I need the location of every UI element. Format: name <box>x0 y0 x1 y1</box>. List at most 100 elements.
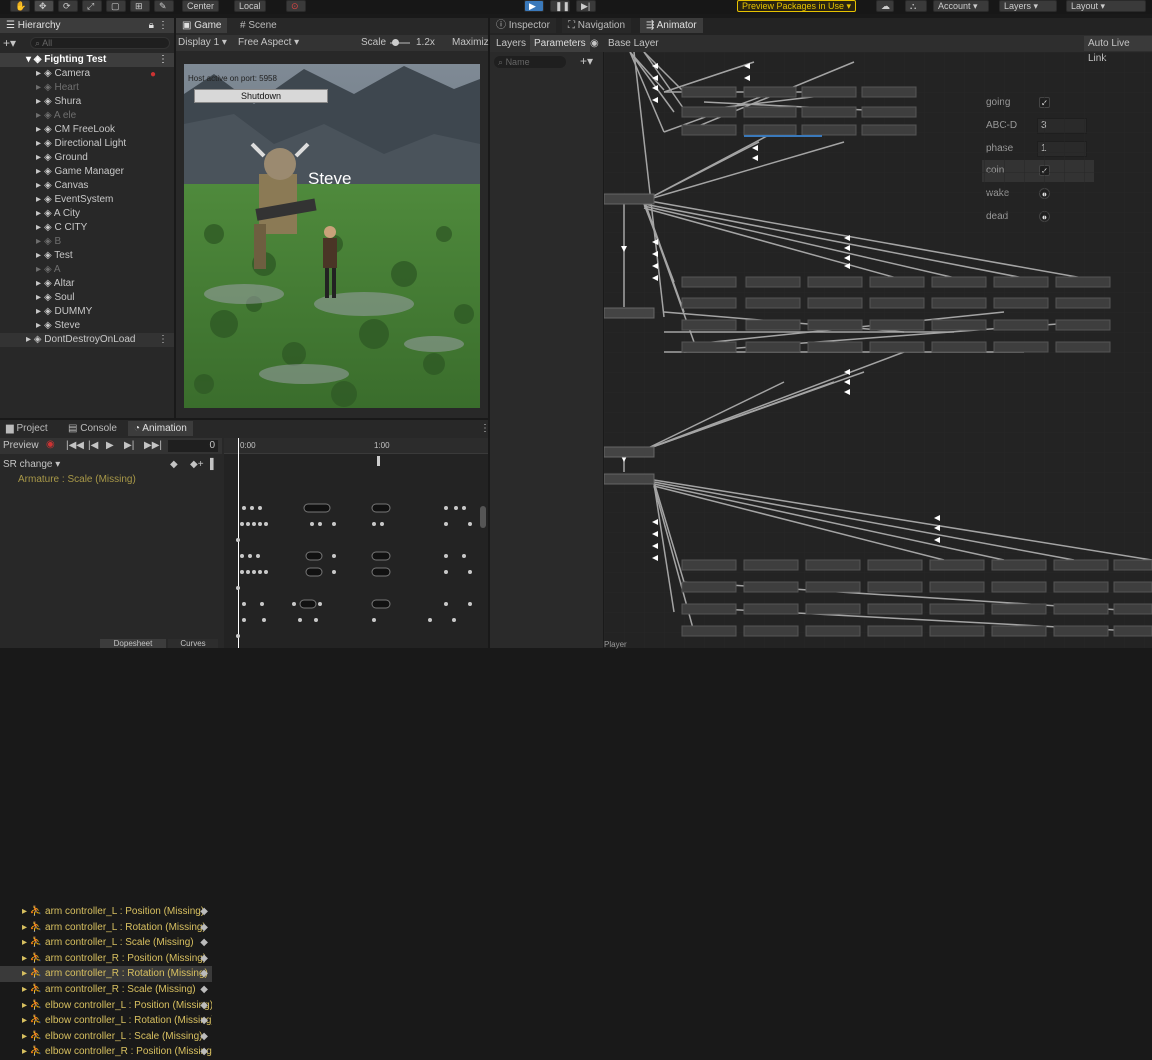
expand-arrow-icon[interactable]: ▸ <box>36 207 44 221</box>
expand-arrow-icon[interactable]: ▸ <box>36 67 44 81</box>
layers-dropdown[interactable]: Layers ▾ <box>999 0 1057 12</box>
add-icon[interactable]: +▾ <box>3 36 16 50</box>
hierarchy-item[interactable]: ▸ ◈ Test <box>0 249 174 263</box>
tab-animation[interactable]: ◔ Animation <box>128 421 193 436</box>
parameter-search-input[interactable]: ⌕ Name <box>494 56 566 68</box>
expand-arrow-icon[interactable]: ▸ <box>36 109 44 123</box>
scene-options-icon[interactable]: ⋮ <box>158 53 168 67</box>
anim-property-row[interactable]: ▸ ⛹ elbow controller_L : Rotation (Missi… <box>0 1013 212 1029</box>
expand-arrow-icon[interactable]: ▸ <box>36 221 44 235</box>
hierarchy-item[interactable]: ▸ ◈ Heart <box>0 81 174 95</box>
anim-property-row[interactable]: ▸ ⛹ arm controller_R : Scale (Missing) ◆ <box>0 982 212 998</box>
maximize-toggle[interactable]: Maximiz <box>452 37 489 48</box>
hierarchy-item[interactable]: ▸ ◈ Game Manager <box>0 165 174 179</box>
add-keyframe-icon[interactable]: ◆ <box>170 459 178 470</box>
transform-tool-icon[interactable]: ⊞ <box>130 0 150 12</box>
anim-property-row[interactable]: ▸ ⛹ arm controller_L : Rotation (Missing… <box>0 920 212 936</box>
add-event-icon[interactable]: ◆+ <box>190 459 204 470</box>
pause-button[interactable]: ❚❚ <box>550 0 570 12</box>
space-toggle[interactable]: Local <box>234 0 266 12</box>
hand-tool-icon[interactable]: ✋ <box>10 0 30 12</box>
animation-options-icon[interactable]: ⋮ <box>480 423 490 434</box>
dont-destroy-row[interactable]: ▸ ◈ DontDestroyOnLoad ⋮ <box>0 333 174 347</box>
collab-icon[interactable]: ⛬ <box>905 0 927 12</box>
lock-icon[interactable]: 🔒︎ <box>149 18 154 33</box>
last-key-button[interactable]: ▶▶| <box>144 440 162 451</box>
anim-header-row[interactable]: Armature : Scale (Missing) <box>0 472 212 488</box>
expand-arrow-icon[interactable]: ▸ <box>36 263 44 277</box>
hierarchy-search-input[interactable]: ⌕ All <box>30 37 170 49</box>
custom-tool-icon[interactable]: ✎ <box>154 0 174 12</box>
eye-icon[interactable]: ◉ <box>590 38 599 49</box>
scale-slider[interactable] <box>390 39 410 46</box>
layout-dropdown[interactable]: Layout ▾ <box>1066 0 1146 12</box>
tab-scene[interactable]: # Scene <box>234 18 283 33</box>
scale-tool-icon[interactable]: ⤢ <box>82 0 102 12</box>
aspect-dropdown[interactable]: Free Aspect ▾ <box>238 37 299 48</box>
tab-dopesheet[interactable]: Dopesheet <box>100 639 166 648</box>
anim-property-row[interactable]: ▸ ⛹ elbow controller_R : Position (Missi… <box>0 1044 212 1060</box>
hierarchy-item[interactable]: ▸ ◈ EventSystem <box>0 193 174 207</box>
expand-arrow-icon[interactable]: ▸ <box>36 165 44 179</box>
next-key-button[interactable]: ▶| <box>124 440 134 451</box>
expand-arrow-icon[interactable]: ▸ <box>36 81 44 95</box>
keyframe-toggle-icon[interactable]: ◆ <box>200 982 208 997</box>
hierarchy-item[interactable]: ▸ ◈ Ground <box>0 151 174 165</box>
state-node-group-1[interactable] <box>604 193 655 205</box>
preview-toggle[interactable]: Preview <box>3 440 39 451</box>
keyframe-toggle-icon[interactable]: ◆ <box>200 1044 208 1059</box>
expand-arrow-icon[interactable]: ▸ <box>36 95 44 109</box>
move-tool-icon[interactable]: ✥ <box>34 0 54 12</box>
keyframe-toggle-icon[interactable]: ◆ <box>200 920 208 935</box>
hierarchy-item[interactable]: ▸ ◈ Soul <box>0 291 174 305</box>
tab-project[interactable]: ▆ Project <box>0 421 54 436</box>
preview-packages-button[interactable]: Preview Packages in Use ▾ <box>737 0 857 12</box>
cloud-icon[interactable]: ☁ <box>876 0 894 12</box>
expand-arrow-icon[interactable]: ▸ <box>36 179 44 193</box>
anim-property-row[interactable]: ▸ ⛹ arm controller_L : Position (Missing… <box>0 904 212 920</box>
expand-arrow-icon[interactable]: ▸ <box>36 291 44 305</box>
tab-animator[interactable]: ⇶ Animator <box>640 18 703 33</box>
breadcrumb-base-layer[interactable]: Base Layer <box>608 38 659 49</box>
more-options-icon[interactable]: ⋮ <box>158 18 168 33</box>
timeline-scrollbar[interactable] <box>480 506 486 528</box>
rect-tool-icon[interactable]: ▢ <box>106 0 126 12</box>
hierarchy-item[interactable]: ▸ ◈ A ele <box>0 109 174 123</box>
event-marker[interactable] <box>377 456 380 466</box>
add-parameter-icon[interactable]: +▾ <box>580 54 593 68</box>
hierarchy-item[interactable]: ▸ ◈ Directional Light <box>0 137 174 151</box>
keyframe-grid[interactable] <box>224 472 488 648</box>
hierarchy-item[interactable]: ▸ ◈ A <box>0 263 174 277</box>
event-marker-icon[interactable]: ▌ <box>210 459 217 470</box>
play-anim-button[interactable]: ▶ <box>106 440 114 451</box>
anim-property-row[interactable]: ▸ ⛹ arm controller_R : Position (Missing… <box>0 951 212 967</box>
rotate-tool-icon[interactable]: ⟳ <box>58 0 78 12</box>
anim-property-row[interactable]: ▸ ⛹ elbow controller_L : Position (Missi… <box>0 998 212 1014</box>
tab-parameters[interactable]: Parameters <box>530 35 590 52</box>
scale-slider-thumb[interactable] <box>392 39 399 46</box>
tab-navigation[interactable]: ⛶ Navigation <box>562 18 632 33</box>
keyframe-toggle-icon[interactable]: ◆ <box>200 935 208 950</box>
state-node-group-2[interactable] <box>604 307 655 319</box>
expand-arrow-icon[interactable]: ▸ <box>36 305 44 319</box>
play-button[interactable]: ▶ <box>524 0 544 12</box>
tab-layers[interactable]: Layers <box>496 38 526 49</box>
expand-arrow-icon[interactable]: ▸ <box>36 277 44 291</box>
tab-inspector[interactable]: ⓘ Inspector <box>490 18 556 33</box>
tab-hierarchy[interactable]: ☰ Hierarchy 🔒︎ ⋮ <box>0 18 174 33</box>
state-node-group-4[interactable] <box>604 473 655 485</box>
hierarchy-item[interactable]: ▸ ◈ CM FreeLook <box>0 123 174 137</box>
expand-arrow-icon[interactable]: ▸ <box>36 151 44 165</box>
keyframe-toggle-icon[interactable]: ◆ <box>200 904 208 919</box>
hierarchy-item[interactable]: ▸ ◈ Camera <box>0 67 174 81</box>
first-key-button[interactable]: |◀◀ <box>66 440 84 451</box>
dont-destroy-options-icon[interactable]: ⋮ <box>158 333 168 347</box>
keyframe-toggle-icon[interactable]: ◆ <box>200 1013 208 1028</box>
auto-live-link-toggle[interactable]: Auto Live Link <box>1084 36 1152 64</box>
scene-root[interactable]: ▾ ◈ Fighting Test ⋮ <box>0 53 174 67</box>
hierarchy-item[interactable]: ▸ ◈ Shura <box>0 95 174 109</box>
expand-arrow-icon[interactable]: ▸ <box>36 123 44 137</box>
tab-curves[interactable]: Curves <box>168 639 218 648</box>
expand-arrow-icon[interactable]: ▸ <box>36 137 44 151</box>
anim-property-row[interactable]: ▸ ⛹ arm controller_R : Rotation (Missing… <box>0 966 212 982</box>
